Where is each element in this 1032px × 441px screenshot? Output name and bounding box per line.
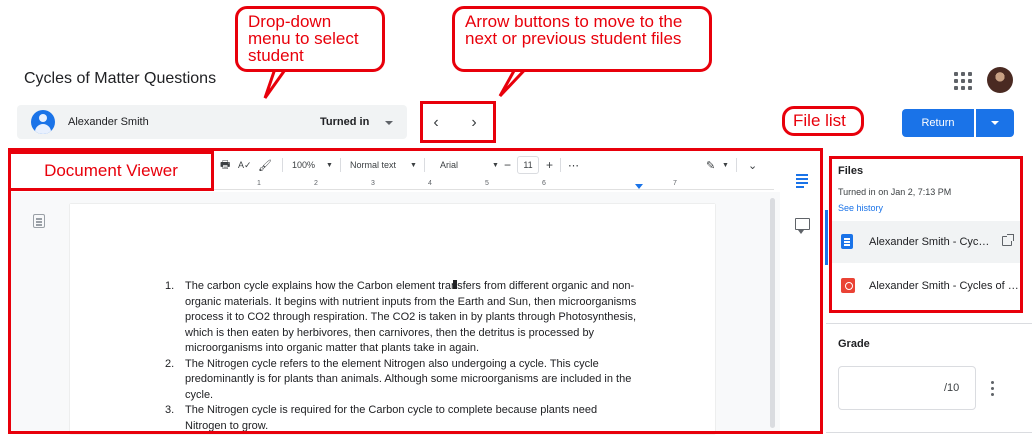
submission-status: Turned in: [320, 116, 370, 128]
account-avatar[interactable]: [987, 67, 1013, 93]
more-vert-icon[interactable]: [991, 381, 995, 396]
student-avatar-icon: [31, 110, 55, 134]
apps-grid-icon[interactable]: [954, 72, 972, 90]
assignment-title: Cycles of Matter Questions: [24, 70, 217, 87]
document-viewer-label: Document Viewer: [8, 151, 214, 191]
return-button[interactable]: Return: [902, 109, 974, 137]
grade-max: /10: [944, 382, 960, 394]
divider: [826, 432, 1032, 433]
selected-file-indicator: [825, 210, 828, 265]
grade-heading: Grade: [838, 338, 870, 350]
student-name: Alexander Smith: [68, 116, 149, 128]
arrow-buttons-highlight: [420, 101, 496, 143]
chevron-down-icon[interactable]: [385, 121, 393, 125]
return-options-dropdown[interactable]: [976, 109, 1014, 137]
divider: [826, 323, 1032, 324]
dropdown-callout: Drop-down menu to select student: [235, 6, 385, 72]
file-list-callout: File list: [782, 106, 864, 136]
arrows-callout: Arrow buttons to move to the next or pre…: [452, 6, 712, 72]
file-list-highlight: [829, 156, 1023, 313]
